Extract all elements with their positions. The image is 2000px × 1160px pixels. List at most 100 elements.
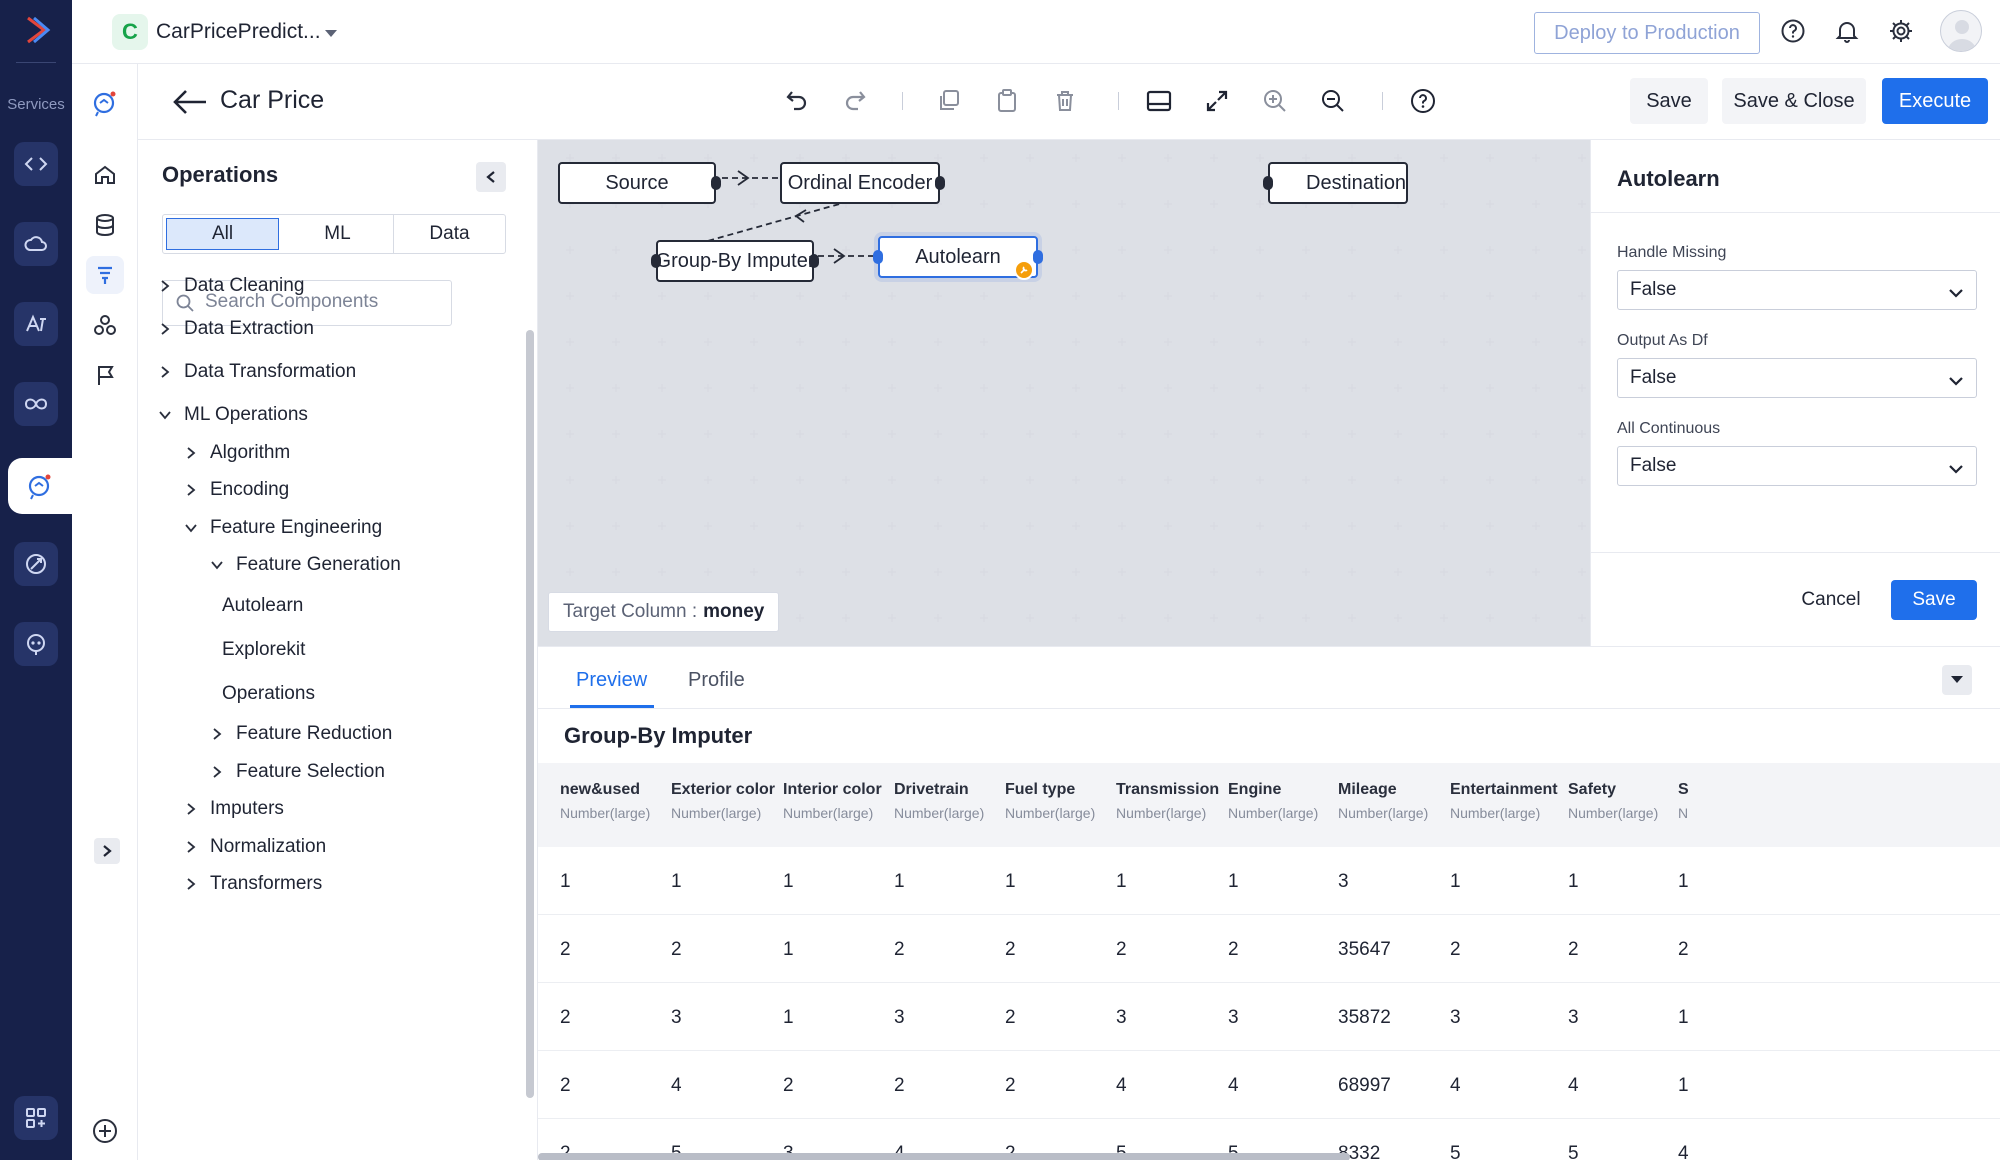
- table-row[interactable]: 1 1 1 1 1 1 1 3 1 1 1: [538, 847, 2000, 915]
- chevron-right-icon[interactable]: [184, 483, 198, 502]
- avatar[interactable]: [1940, 10, 1982, 52]
- tree-item[interactable]: Explorekit: [222, 639, 305, 661]
- column-header[interactable]: Transmission Number(large): [1116, 781, 1219, 821]
- chevron-right-icon[interactable]: [184, 877, 198, 896]
- chevron-down-icon[interactable]: [210, 558, 224, 577]
- node-source[interactable]: Source: [558, 162, 716, 204]
- node-port[interactable]: [935, 176, 945, 190]
- ml-studio-icon[interactable]: [8, 458, 72, 514]
- chevron-right-icon[interactable]: [184, 840, 198, 859]
- zoom-in-icon[interactable]: [1258, 84, 1292, 118]
- chevron-down-icon[interactable]: [158, 408, 172, 427]
- chevron-right-icon[interactable]: [184, 446, 198, 465]
- chevron-right-icon[interactable]: [158, 365, 172, 384]
- copy-icon[interactable]: [932, 84, 966, 118]
- tree-item[interactable]: Algorithm: [210, 442, 290, 464]
- tab-profile[interactable]: Profile: [688, 669, 745, 692]
- handle-missing-select[interactable]: False: [1617, 270, 1977, 310]
- help-icon[interactable]: [1406, 84, 1440, 118]
- add-icon[interactable]: [86, 1112, 124, 1150]
- column-header[interactable]: new&used Number(large): [560, 781, 650, 821]
- save-close-button[interactable]: Save & Close: [1722, 78, 1866, 124]
- chevron-down-icon[interactable]: [184, 521, 198, 540]
- chevron-right-icon[interactable]: [158, 322, 172, 341]
- horizontal-scrollbar[interactable]: [538, 1153, 1350, 1160]
- tree-item[interactable]: ML Operations: [184, 404, 308, 426]
- back-arrow-icon[interactable]: [172, 88, 208, 121]
- tree-item[interactable]: Feature Reduction: [236, 723, 392, 745]
- fit-screen-icon[interactable]: [1200, 84, 1234, 118]
- column-header[interactable]: Safety Number(large): [1568, 781, 1658, 821]
- redo-icon[interactable]: [838, 84, 872, 118]
- tree-item[interactable]: Autolearn: [222, 595, 303, 617]
- translate-icon[interactable]: [14, 302, 58, 346]
- tree-item[interactable]: Feature Generation: [236, 554, 401, 576]
- column-header[interactable]: SN: [1678, 781, 1689, 821]
- chevron-right-icon[interactable]: [210, 727, 224, 746]
- code-icon[interactable]: [14, 142, 58, 186]
- collapse-panel-button[interactable]: [476, 162, 506, 192]
- expand-rail-button[interactable]: [94, 838, 120, 864]
- tree-item[interactable]: Data Transformation: [184, 361, 356, 383]
- node-port[interactable]: [1033, 250, 1043, 264]
- tab-preview[interactable]: Preview: [576, 669, 647, 692]
- caret-down-icon[interactable]: [324, 26, 338, 44]
- node-port[interactable]: [809, 254, 819, 268]
- tree-item[interactable]: Imputers: [210, 798, 284, 820]
- chevron-right-icon[interactable]: [210, 765, 224, 784]
- tree-item[interactable]: Data Extraction: [184, 318, 314, 340]
- delete-icon[interactable]: [1048, 84, 1082, 118]
- home-icon[interactable]: [86, 156, 124, 194]
- node-port[interactable]: [711, 176, 721, 190]
- node-destination[interactable]: Destination: [1268, 162, 1408, 204]
- undo-icon[interactable]: [780, 84, 814, 118]
- infinity-icon[interactable]: [14, 382, 58, 426]
- help-icon[interactable]: [1778, 16, 1808, 46]
- project-name[interactable]: CarPricePredict...: [156, 20, 321, 44]
- cancel-button[interactable]: Cancel: [1787, 580, 1875, 620]
- paste-icon[interactable]: [990, 84, 1024, 118]
- node-group-by-imputer[interactable]: Group-By Imputer: [656, 240, 814, 282]
- tree-scrollbar[interactable]: [526, 330, 534, 1098]
- column-header[interactable]: Exterior color Number(large): [671, 781, 775, 821]
- column-header[interactable]: Entertainment Number(large): [1450, 781, 1558, 821]
- tree-item[interactable]: Data Cleaning: [184, 275, 304, 297]
- table-row[interactable]: 2 4 2 2 2 4 4 68997 4 4 1: [538, 1051, 2000, 1119]
- filter-all[interactable]: All: [166, 218, 279, 250]
- flag-icon[interactable]: [86, 356, 124, 394]
- pipeline-canvas[interactable]: Source Ordinal Encoder Group-By Imputer …: [538, 140, 1590, 646]
- deploy-button[interactable]: Deploy to Production: [1534, 12, 1760, 54]
- properties-save-button[interactable]: Save: [1891, 580, 1977, 620]
- node-ordinal-encoder[interactable]: Ordinal Encoder: [780, 162, 940, 204]
- panel-icon[interactable]: [1142, 84, 1176, 118]
- project-badge[interactable]: C: [112, 14, 148, 50]
- all-continuous-select[interactable]: False: [1617, 446, 1977, 486]
- node-port[interactable]: [651, 254, 661, 268]
- pipeline-icon[interactable]: [86, 256, 124, 294]
- ml-studio-icon[interactable]: [86, 84, 124, 122]
- collapse-preview-button[interactable]: [1942, 665, 1972, 695]
- tree-item[interactable]: Feature Engineering: [210, 517, 382, 539]
- column-header[interactable]: Engine Number(large): [1228, 781, 1318, 821]
- rocket-icon[interactable]: [14, 542, 58, 586]
- gear-icon[interactable]: [1886, 16, 1916, 46]
- execute-button[interactable]: Execute: [1882, 78, 1988, 124]
- table-row[interactable]: 2 3 1 3 2 3 3 35872 3 3 1: [538, 983, 2000, 1051]
- chevron-right-icon[interactable]: [184, 802, 198, 821]
- tree-item[interactable]: Operations: [222, 683, 315, 705]
- bell-icon[interactable]: [1832, 16, 1862, 46]
- brand-logo[interactable]: [18, 12, 54, 48]
- save-button[interactable]: Save: [1630, 78, 1708, 124]
- models-icon[interactable]: [86, 306, 124, 344]
- column-header[interactable]: Drivetrain Number(large): [894, 781, 984, 821]
- output-as-df-select[interactable]: False: [1617, 358, 1977, 398]
- filter-data[interactable]: Data: [394, 215, 505, 253]
- table-row[interactable]: 2 2 1 2 2 2 2 35647 2 2 2: [538, 915, 2000, 983]
- cloud-icon[interactable]: [14, 222, 58, 266]
- column-header[interactable]: Fuel type Number(large): [1005, 781, 1095, 821]
- tree-item[interactable]: Feature Selection: [236, 761, 385, 783]
- database-icon[interactable]: [86, 206, 124, 244]
- tree-item[interactable]: Encoding: [210, 479, 289, 501]
- apps-icon[interactable]: [14, 1096, 58, 1140]
- bot-icon[interactable]: [14, 622, 58, 666]
